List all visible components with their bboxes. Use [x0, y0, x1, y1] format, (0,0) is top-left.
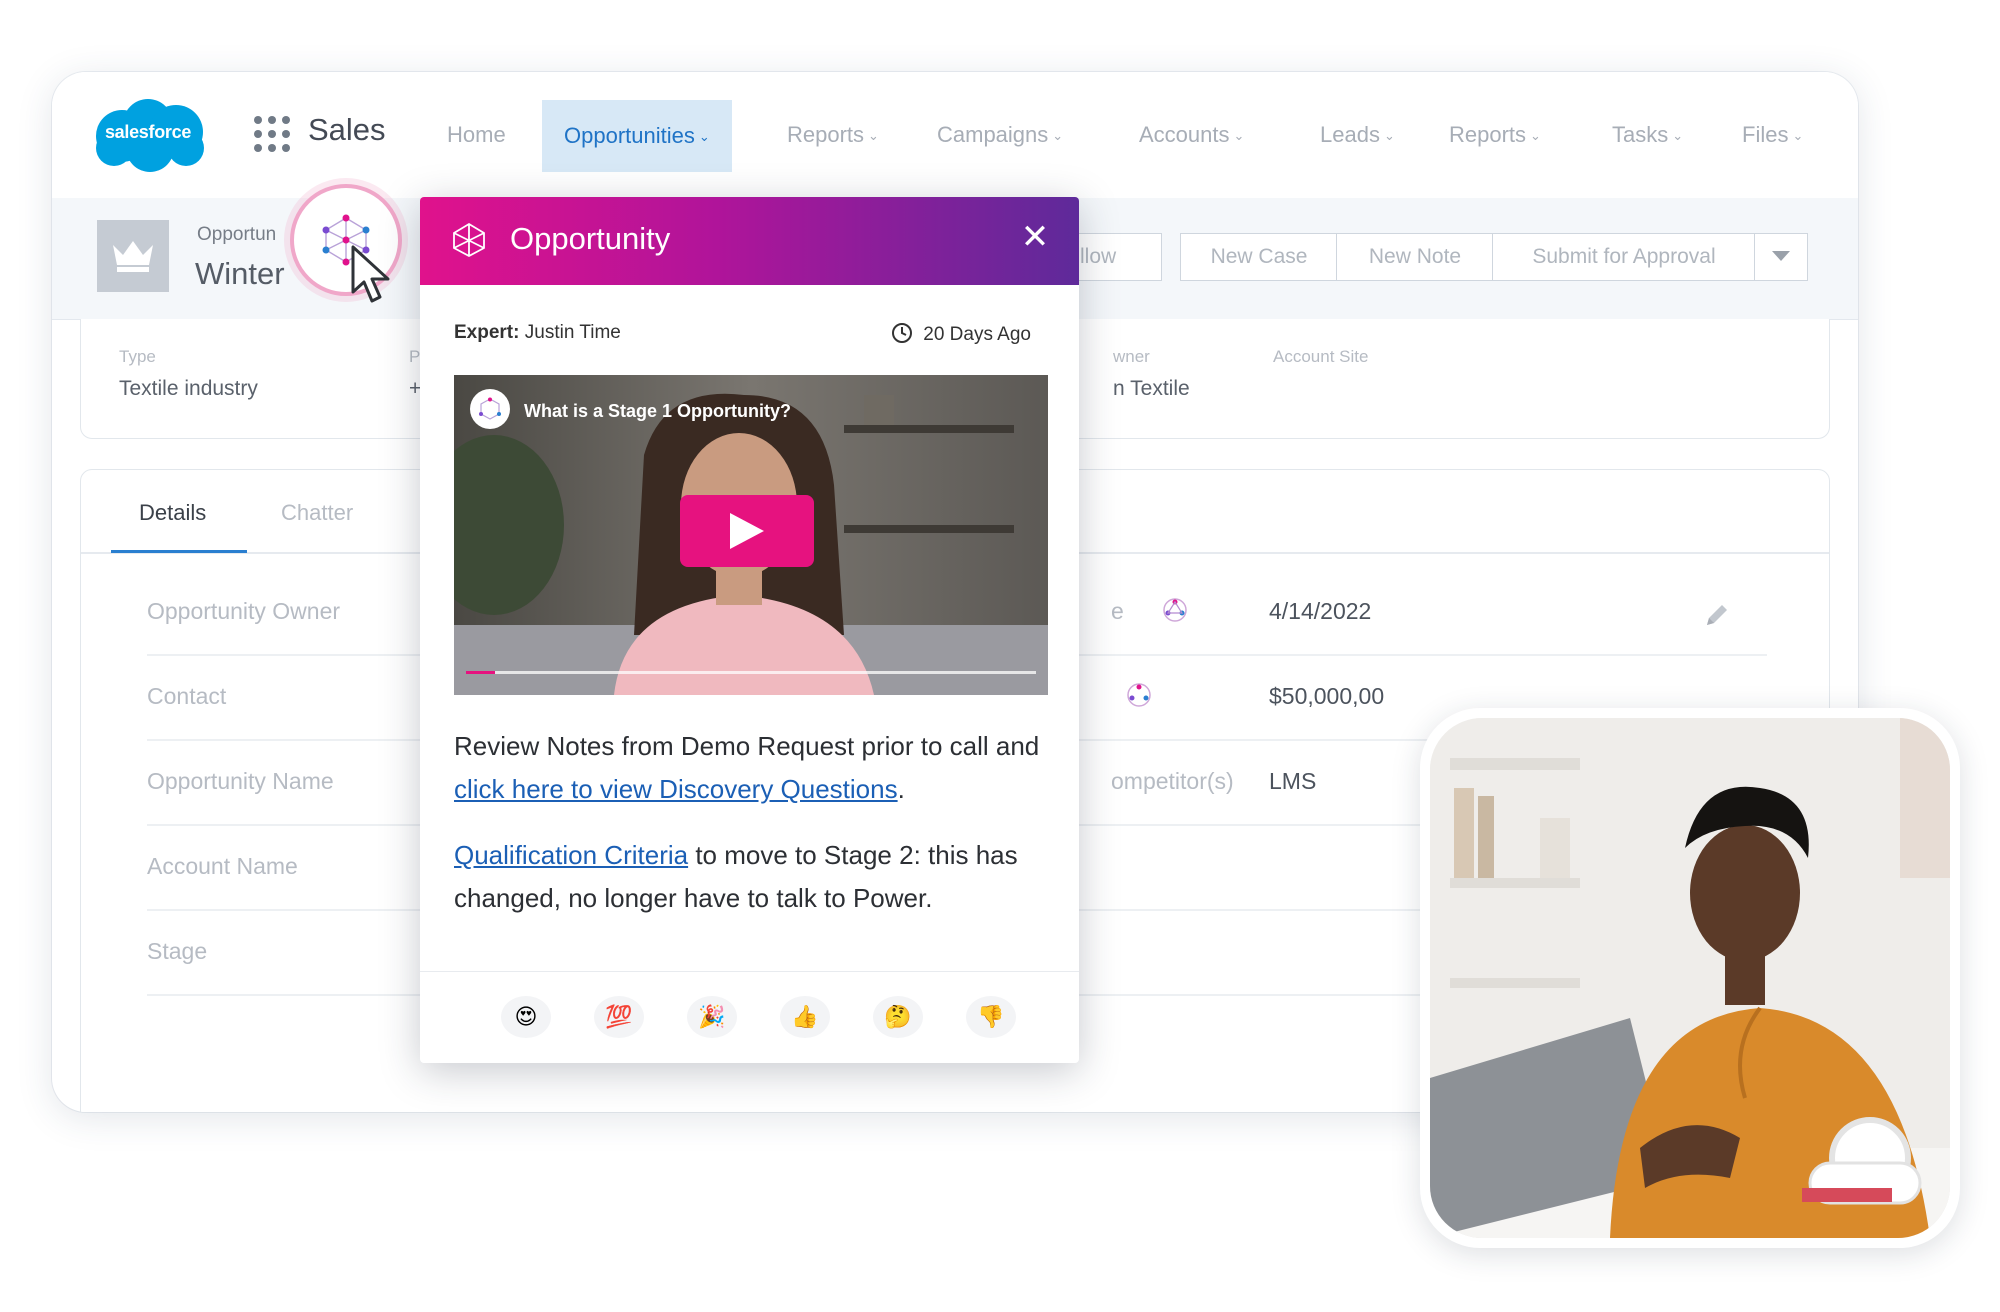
network-logo-icon — [450, 221, 488, 264]
discovery-questions-link[interactable]: click here to view Discovery Questions — [454, 774, 898, 804]
video-channel-logo — [470, 389, 510, 429]
person-photo — [1430, 718, 1950, 1238]
mouse-cursor-icon — [350, 244, 396, 311]
record-type-label: Opportun — [197, 224, 277, 245]
video-progress-fill — [466, 671, 495, 674]
nav-home[interactable]: Home — [447, 72, 506, 198]
account-site-label: Account Site — [1273, 347, 1369, 366]
nav-opportunities[interactable]: Opportunities ⌄ — [542, 100, 732, 172]
expert-name: Justin Time — [524, 322, 621, 343]
chevron-down-icon: ⌄ — [868, 128, 879, 143]
reaction-hundred[interactable]: 💯 — [594, 996, 644, 1038]
more-actions-dropdown[interactable] — [1754, 233, 1808, 281]
field-competitors-label: ompetitor(s) — [1111, 768, 1234, 794]
chevron-down-icon: ⌄ — [1530, 128, 1541, 143]
new-case-button[interactable]: New Case — [1180, 233, 1338, 281]
edit-pencil-icon[interactable] — [1704, 602, 1730, 633]
field-close-date-label: e — [1111, 598, 1124, 624]
follow-button[interactable]: llow — [1072, 233, 1162, 281]
popup-header: Opportunity ✕ — [420, 197, 1079, 285]
reaction-thumbs-down[interactable]: 👎 — [966, 996, 1016, 1038]
chevron-down-icon: ⌄ — [1383, 128, 1395, 143]
field-opportunity-owner: Opportunity Owner — [147, 598, 341, 624]
chevron-down-icon: ⌄ — [698, 129, 710, 144]
nav-accounts[interactable]: Accounts ⌄ — [1139, 72, 1244, 198]
nav-campaigns[interactable]: Campaigns ⌄ — [937, 72, 1063, 198]
caret-down-icon — [1772, 251, 1790, 261]
qualification-paragraph: Qualification Criteria to move to Stage … — [454, 834, 1054, 920]
play-button[interactable] — [680, 495, 814, 567]
logo-text: salesforce — [104, 122, 192, 142]
reactions-bar: 😍 💯 🎉 👍 🤔 👎 — [420, 971, 1079, 1063]
chevron-down-icon: ⌄ — [1052, 128, 1064, 143]
app-launcher-icon[interactable] — [254, 116, 290, 152]
review-notes-paragraph: Review Notes from Demo Request prior to … — [454, 725, 1054, 811]
record-name: Winter — [195, 256, 285, 291]
opportunity-guidance-popup: Opportunity ✕ Expert: Justin Time 20 Day… — [420, 197, 1079, 1063]
type-label: Type — [119, 347, 156, 366]
close-icon[interactable]: ✕ — [1013, 215, 1057, 259]
nav-leads[interactable]: Leads ⌄ — [1320, 72, 1395, 198]
new-note-button[interactable]: New Note — [1336, 233, 1494, 281]
submit-for-approval-button[interactable]: Submit for Approval — [1492, 233, 1756, 281]
clock-icon — [892, 323, 913, 343]
nav-files[interactable]: Files ⌄ — [1742, 72, 1803, 198]
reaction-party[interactable]: 🎉 — [687, 996, 737, 1038]
qualification-criteria-link[interactable]: Qualification Criteria — [454, 840, 688, 870]
app-name: Sales — [308, 112, 386, 147]
field-competitors-value: LMS — [1269, 768, 1317, 794]
reaction-thumbs-up[interactable]: 👍 — [780, 996, 830, 1038]
video-player[interactable]: What is a Stage 1 Opportunity? — [454, 375, 1048, 695]
video-progress-bar[interactable] — [466, 671, 1036, 674]
video-title: What is a Stage 1 Opportunity? — [524, 401, 792, 421]
expert-line: Expert: Justin Time — [454, 322, 621, 344]
nav-reports[interactable]: Reports ⌄ — [787, 72, 879, 198]
chevron-down-icon: ⌄ — [1792, 128, 1804, 143]
reaction-thinking[interactable]: 🤔 — [873, 996, 923, 1038]
chevron-down-icon: ⌄ — [1672, 128, 1684, 143]
timestamp: 20 Days Ago — [891, 322, 1031, 346]
field-account-name: Account Name — [147, 853, 298, 879]
field-stage: Stage — [147, 938, 208, 964]
tab-chatter[interactable]: Chatter — [281, 500, 353, 526]
paragraph-text: . — [897, 774, 905, 804]
field-amount-value: $50,000,00 — [1269, 683, 1385, 709]
nav-tasks[interactable]: Tasks ⌄ — [1612, 72, 1683, 198]
guidance-network-icon[interactable] — [1161, 596, 1189, 629]
time-ago: 20 Days Ago — [923, 324, 1031, 345]
woman-with-laptop-illustration — [1430, 718, 1950, 1238]
type-value: Textile industry — [119, 377, 258, 400]
popup-title: Opportunity — [510, 221, 671, 256]
field-close-date-value: 4/14/2022 — [1269, 598, 1372, 624]
tab-details[interactable]: Details — [139, 500, 206, 526]
p-label: P — [409, 347, 421, 366]
field-opportunity-name: Opportunity Name — [147, 768, 334, 794]
top-navigation: salesforce Sales Home Opportunities ⌄ Rep… — [52, 72, 1858, 198]
opportunity-crown-icon — [97, 220, 169, 292]
salesforce-logo[interactable]: salesforce — [90, 96, 206, 174]
paragraph-text: Review Notes from Demo Request prior to … — [454, 731, 1040, 761]
network-logo-icon — [479, 397, 501, 420]
reaction-heart-eyes[interactable]: 😍 — [501, 996, 551, 1038]
owner-value: n Textile — [1113, 377, 1190, 400]
field-contact: Contact — [147, 683, 227, 709]
person-photo-card — [1420, 708, 1960, 1248]
active-tab-indicator — [111, 550, 247, 553]
chevron-down-icon: ⌄ — [1233, 128, 1245, 143]
guidance-network-icon[interactable] — [1125, 681, 1153, 714]
nav-reports-2[interactable]: Reports ⌄ — [1449, 72, 1541, 198]
stage: salesforce Sales Home Opportunities ⌄ Rep… — [0, 0, 2000, 1312]
play-icon — [730, 513, 764, 549]
owner-label: wner — [1113, 347, 1150, 366]
expert-label: Expert: — [454, 322, 520, 343]
